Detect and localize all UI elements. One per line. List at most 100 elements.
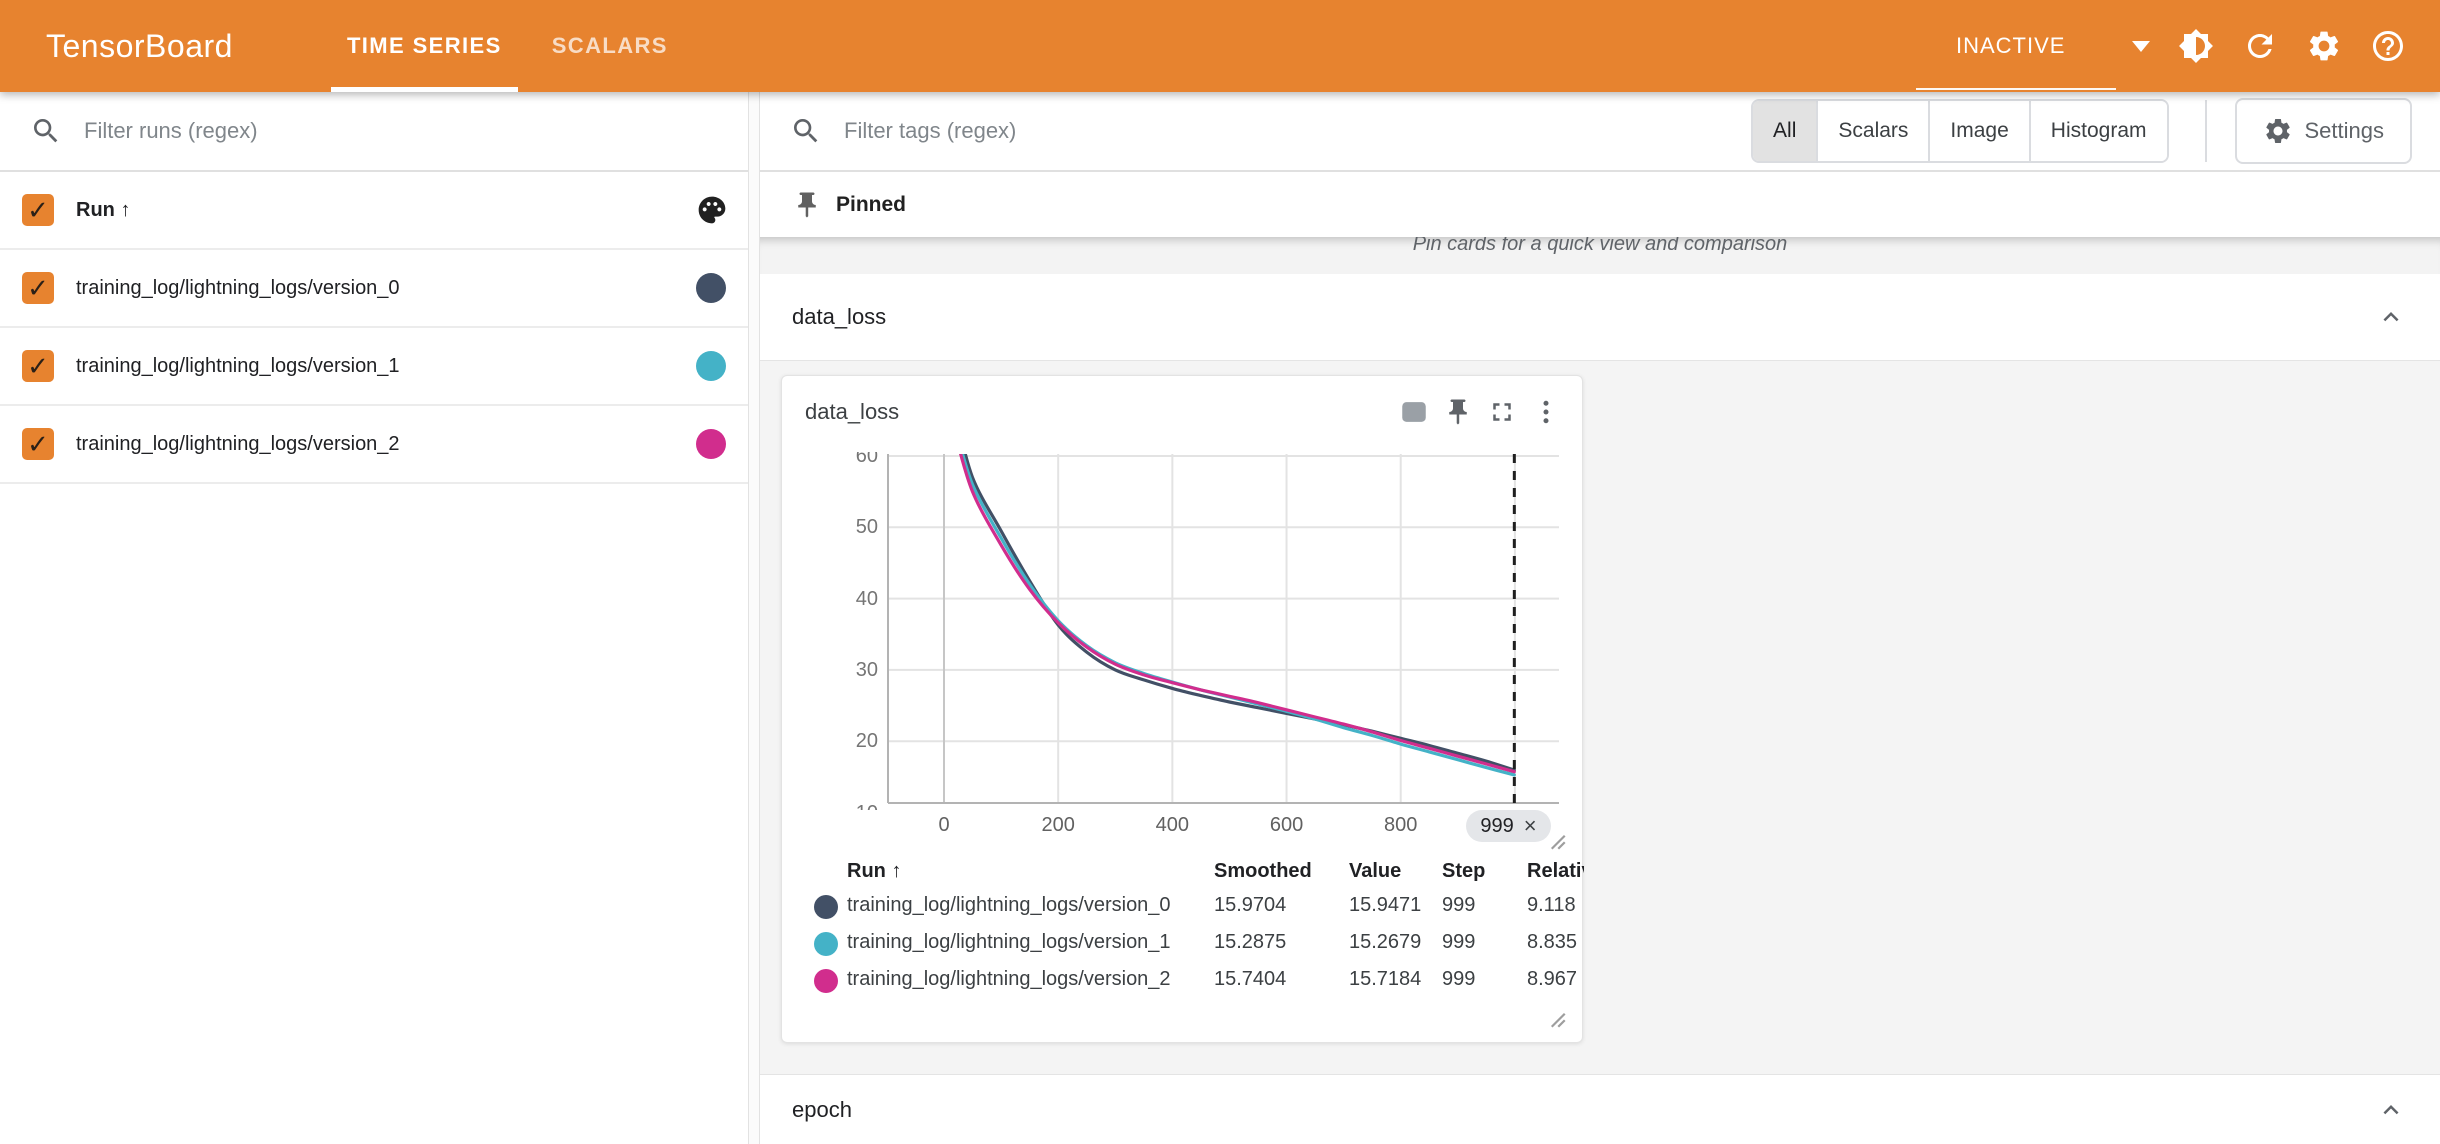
run-status-dropdown[interactable]: INACTIVE — [1914, 0, 2164, 92]
col-header-value[interactable]: Value — [1349, 854, 1401, 888]
search-icon — [790, 115, 822, 147]
section-header-data-loss[interactable]: data_loss — [760, 274, 2440, 361]
tab-label: SCALARS — [552, 33, 668, 59]
card-header: data_loss — [782, 376, 1582, 448]
x-axis-tick-label: 400 — [1132, 810, 1212, 840]
x-axis-tick-label: 200 — [1018, 810, 1098, 840]
run-color-swatch — [696, 273, 726, 303]
refresh-icon[interactable] — [2228, 14, 2292, 78]
sidebar-resizer[interactable] — [748, 92, 760, 1144]
run-checkbox[interactable]: ✓ — [22, 428, 54, 460]
col-header-smoothed[interactable]: Smoothed — [1214, 854, 1312, 888]
cell-relative: 9.118 — [1527, 888, 1576, 922]
table-resize-handle[interactable] — [1542, 1004, 1568, 1030]
scalar-card-data-loss: data_loss — [781, 375, 1583, 1043]
pinned-empty-hint-strip: Pin cards for a quick view and compariso… — [760, 237, 2440, 274]
table-row: training_log/lightning_logs/version_1 15… — [805, 925, 1584, 962]
y-axis-tick-label: 50 — [782, 512, 878, 542]
run-color-dot — [814, 932, 838, 956]
chevron-up-icon[interactable] — [2376, 1095, 2406, 1125]
tags-toolbar: All Scalars Image Histogram Settings — [760, 92, 2440, 172]
plugin-filter-group: All Scalars Image Histogram — [1751, 99, 2168, 163]
settings-label: Settings — [2305, 118, 2385, 144]
fit-data-icon[interactable] — [1392, 390, 1436, 434]
cell-smoothed: 15.2875 — [1214, 925, 1286, 959]
col-header-run[interactable]: Run ↑ — [847, 854, 901, 888]
card-data-table: Run ↑ Smoothed Value Step Relative train… — [805, 854, 1584, 1012]
run-name: training_log/lightning_logs/version_1 — [76, 355, 400, 378]
col-header-relative[interactable]: Relative — [1527, 854, 1584, 888]
run-color-swatch — [696, 429, 726, 459]
runs-filter-row — [0, 92, 748, 172]
run-status-label: INACTIVE — [1956, 33, 2065, 59]
y-axis-tick-label: 30 — [782, 655, 878, 685]
run-checkbox[interactable]: ✓ — [22, 350, 54, 382]
section-title: data_loss — [792, 304, 886, 330]
app-header: TensorBoard TIME SERIES SCALARS INACTIVE — [0, 0, 2440, 92]
pin-icon — [792, 190, 822, 220]
filter-tab-image[interactable]: Image — [1928, 101, 2028, 161]
cell-run: training_log/lightning_logs/version_1 — [847, 925, 1171, 959]
runs-column-header[interactable]: Run ↑ — [76, 199, 130, 222]
cell-smoothed: 15.9704 — [1214, 888, 1286, 922]
cell-relative: 8.967 — [1527, 962, 1577, 996]
dropdown-underline — [1916, 88, 2116, 90]
runs-sidebar: ✓ Run ↑ ✓ training_log/lightning_logs/ve… — [0, 92, 748, 1144]
pin-card-icon[interactable] — [1436, 390, 1480, 434]
palette-icon[interactable] — [696, 194, 728, 226]
step-selector-value: 999 — [1480, 815, 1513, 838]
y-axis-tick-label: 10 — [782, 798, 878, 811]
cell-run: training_log/lightning_logs/version_0 — [847, 888, 1171, 922]
cell-value: 15.9471 — [1349, 888, 1421, 922]
card-title: data_loss — [805, 399, 899, 425]
search-icon — [30, 115, 62, 147]
help-icon[interactable] — [2356, 14, 2420, 78]
run-color-swatch — [696, 351, 726, 381]
tab-scalars[interactable]: SCALARS — [536, 0, 684, 92]
filter-tab-histogram[interactable]: Histogram — [2029, 101, 2167, 161]
settings-button[interactable]: Settings — [2235, 98, 2413, 164]
pinned-section-header: Pinned — [760, 172, 2440, 237]
remove-step-icon[interactable]: × — [1524, 813, 1537, 839]
cell-run: training_log/lightning_logs/version_2 — [847, 962, 1171, 996]
settings-gear-icon[interactable] — [2292, 14, 2356, 78]
chevron-down-icon — [2132, 41, 2150, 52]
line-chart[interactable]: 605040302010 — [782, 452, 1584, 810]
section-header-epoch[interactable]: epoch — [760, 1074, 2440, 1144]
cell-smoothed: 15.7404 — [1214, 962, 1286, 996]
run-name: training_log/lightning_logs/version_2 — [76, 433, 400, 456]
run-color-dot — [814, 969, 838, 993]
filter-tab-all[interactable]: All — [1753, 101, 1816, 161]
pinned-label: Pinned — [836, 193, 906, 217]
header-tabs: TIME SERIES SCALARS — [331, 0, 702, 92]
table-row: training_log/lightning_logs/version_2 15… — [805, 962, 1584, 999]
run-color-dot — [814, 895, 838, 919]
fullscreen-icon[interactable] — [1480, 390, 1524, 434]
col-header-step[interactable]: Step — [1442, 854, 1485, 888]
tags-filter-input[interactable] — [844, 118, 1751, 144]
tab-time-series[interactable]: TIME SERIES — [331, 0, 518, 92]
active-tab-underline — [331, 87, 518, 92]
run-row-version-2[interactable]: ✓ training_log/lightning_logs/version_2 — [0, 406, 748, 484]
more-vert-icon[interactable] — [1524, 390, 1568, 434]
section-body-data-loss: data_loss — [760, 361, 2440, 1074]
chart-resize-handle[interactable] — [1542, 826, 1568, 852]
run-row-version-1[interactable]: ✓ training_log/lightning_logs/version_1 — [0, 328, 748, 406]
brightness-icon[interactable] — [2164, 14, 2228, 78]
cell-relative: 8.835 — [1527, 925, 1577, 959]
table-row: training_log/lightning_logs/version_0 15… — [805, 888, 1584, 925]
run-checkbox[interactable]: ✓ — [22, 272, 54, 304]
run-row-version-0[interactable]: ✓ training_log/lightning_logs/version_0 — [0, 250, 748, 328]
chevron-up-icon[interactable] — [2376, 302, 2406, 332]
step-selector-chip[interactable]: 999 × — [1466, 810, 1550, 842]
section-title: epoch — [792, 1097, 852, 1123]
line-chart-canvas — [782, 452, 1584, 810]
settings-gear-icon — [2263, 116, 2293, 146]
runs-filter-input[interactable] — [84, 118, 748, 144]
filter-tab-scalars[interactable]: Scalars — [1816, 101, 1928, 161]
runs-list-header: ✓ Run ↑ — [0, 172, 748, 250]
select-all-runs-checkbox[interactable]: ✓ — [22, 194, 54, 226]
tab-label: TIME SERIES — [347, 33, 502, 59]
app-title[interactable]: TensorBoard — [46, 28, 233, 65]
cell-step: 999 — [1442, 962, 1475, 996]
